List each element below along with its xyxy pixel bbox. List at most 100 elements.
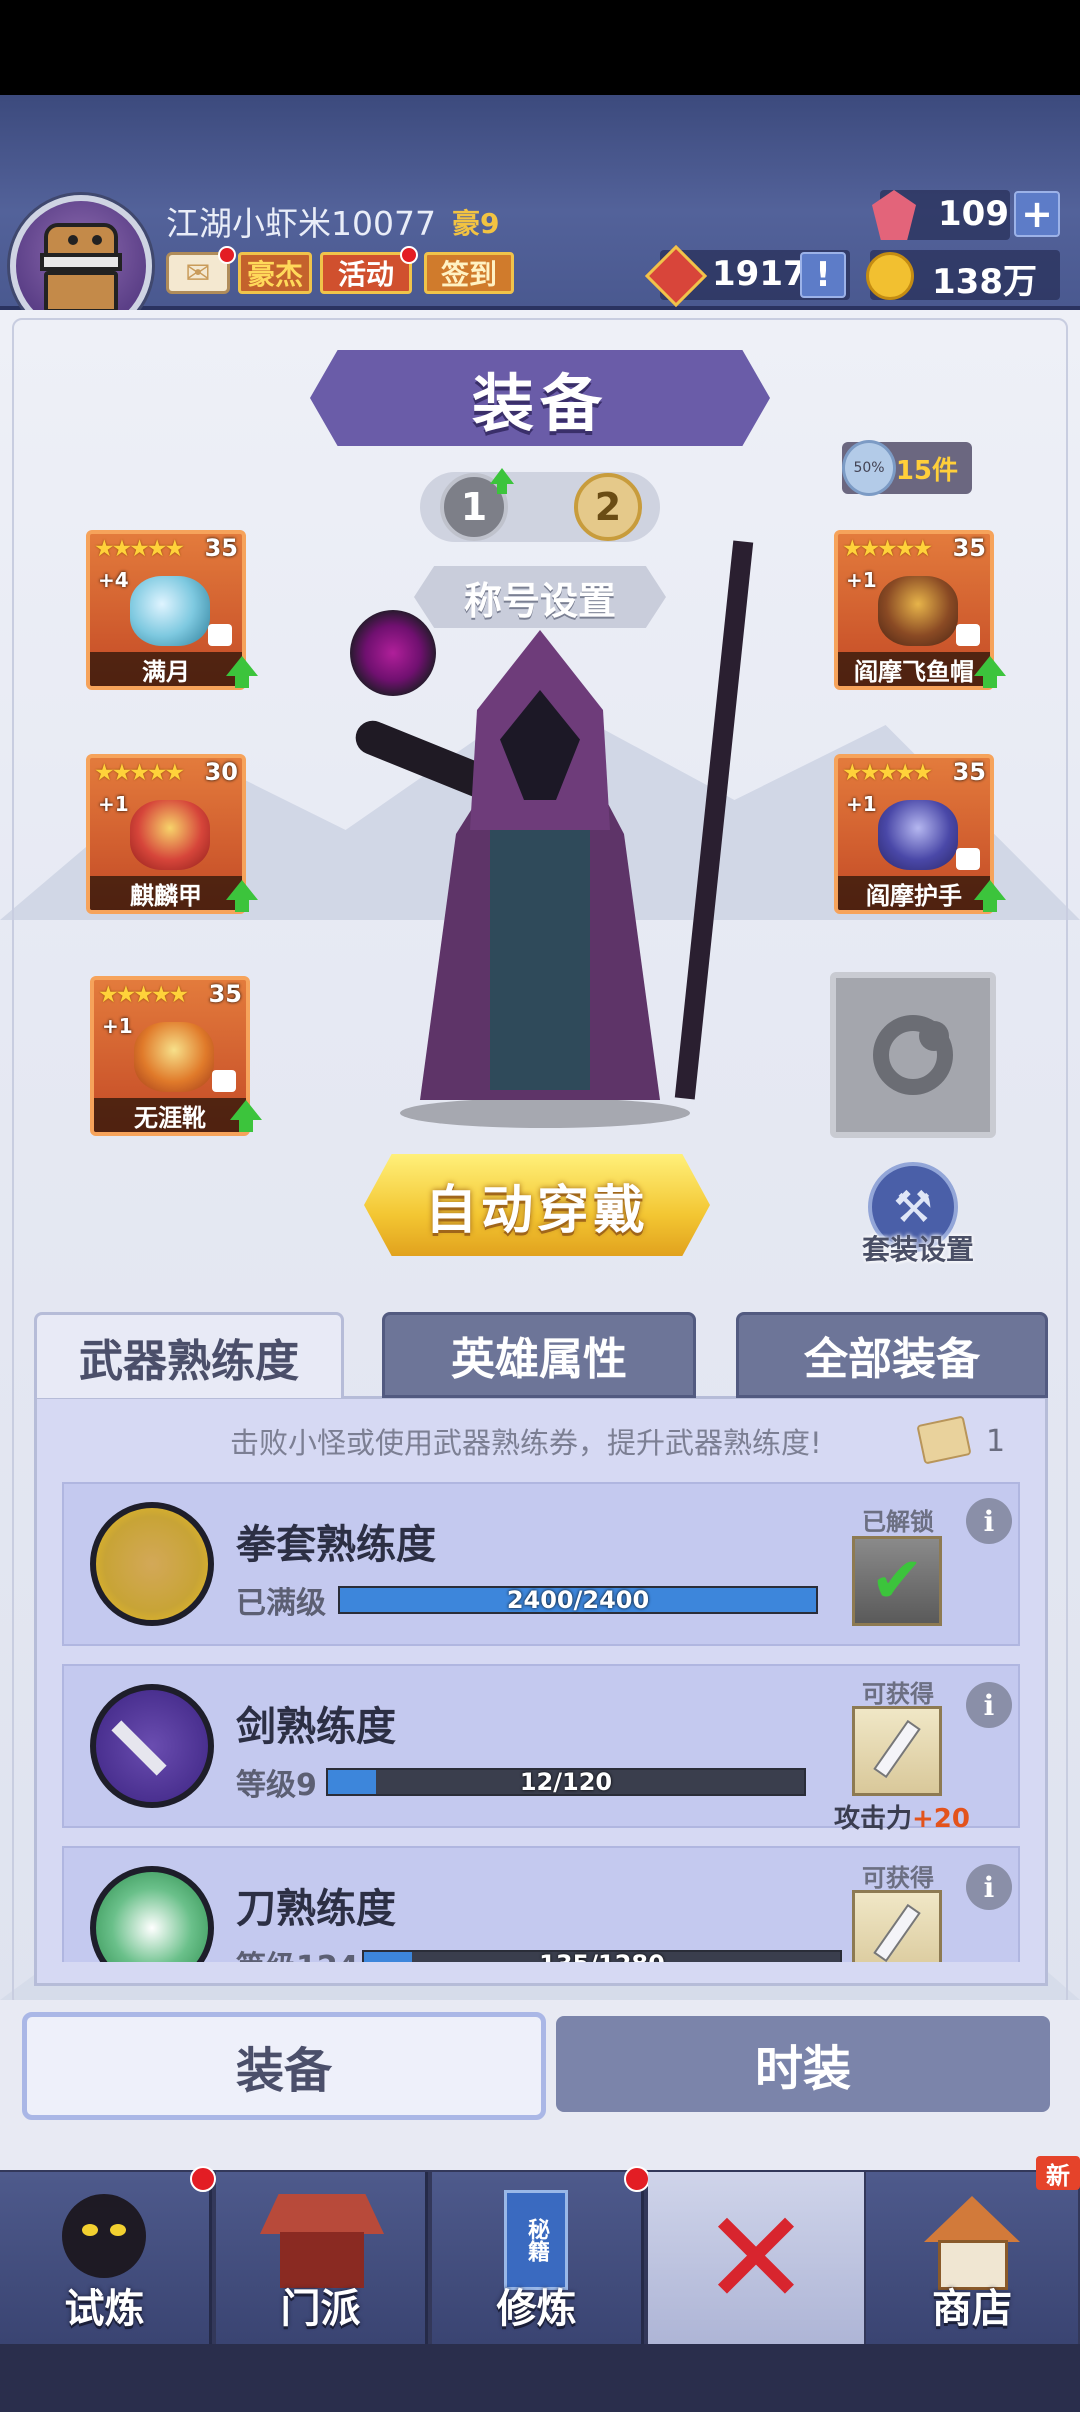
auto-equip-button[interactable]: 自动穿戴 — [364, 1154, 710, 1256]
slot-name: 阎摩护手 — [838, 876, 990, 910]
status-bar — [0, 0, 1080, 95]
reward-slot[interactable]: ✔ — [852, 1536, 942, 1626]
nav-sect[interactable]: 门派 — [216, 2172, 428, 2344]
slot-plus: +1 — [98, 792, 129, 816]
slot-level: 35 — [952, 758, 986, 786]
proficiency-progress-bar: 12/120 — [326, 1768, 806, 1796]
proficiency-level: 已满级 — [236, 1586, 326, 1621]
avatar-chest-lid — [44, 223, 118, 257]
proficiency-progress-bar: 2400/2400 — [338, 1586, 818, 1614]
progress-text: 135/1280 — [364, 1950, 840, 1962]
trial-red-dot — [190, 2166, 216, 2192]
equip-slot-armor[interactable]: ★★★★★ 30 +1 麒麟甲 — [86, 754, 246, 914]
equip-slot-weapon[interactable]: ★★★★★ 35 +4 满月 — [86, 530, 246, 690]
slot-level: 35 — [204, 534, 238, 562]
helmet-upgrade-stem — [983, 676, 997, 688]
slot-plus: +1 — [846, 568, 877, 592]
equip-slot-empty[interactable] — [830, 972, 996, 1138]
nav-close-button[interactable]: ✕ — [648, 2172, 864, 2344]
slot-name: 无涯靴 — [94, 1098, 246, 1132]
reward-slot[interactable] — [852, 1706, 942, 1796]
tab-hero-attributes[interactable]: 英雄属性 — [382, 1312, 696, 1398]
moon-weapon-icon — [130, 576, 210, 646]
sword-reward-icon — [873, 1903, 921, 1962]
slot-plus: +1 — [102, 1014, 133, 1038]
ninja-eye-right — [110, 2224, 126, 2236]
boots-icon — [134, 1022, 214, 1092]
progress-text: 2400/2400 — [506, 1586, 650, 1614]
signin-button[interactable]: 签到 — [424, 252, 514, 294]
shop-roof-icon — [924, 2196, 1020, 2242]
qilin-armor-icon — [130, 800, 210, 870]
avatar-eye-right — [92, 235, 102, 245]
reward-stat-value: +20 — [912, 1804, 970, 1834]
segment-fashion[interactable]: 时装 — [556, 2016, 1050, 2112]
weapon-upgrade-arrow-icon — [226, 656, 258, 676]
gold-amount: 138万 — [932, 262, 1037, 302]
proficiency-level: 等级124 — [236, 1942, 359, 1962]
slot-stars: ★★★★★ — [98, 982, 189, 1008]
lock-icon — [956, 624, 980, 646]
obtainable-status: 可获得 — [862, 1680, 934, 1708]
empty-slot-icon — [873, 1015, 953, 1095]
pagoda-roof-icon — [260, 2194, 384, 2234]
page-title: 装备 — [471, 367, 608, 440]
proficiency-hint: 击败小怪或使用武器熟练券，提升武器熟练度! — [230, 1426, 822, 1460]
tab-all-equipment[interactable]: 全部装备 — [736, 1312, 1048, 1398]
ninja-eye-left — [82, 2224, 98, 2236]
set1-upgrade-stem — [497, 484, 507, 494]
nav-bottom-strip — [0, 2344, 1080, 2412]
hammer-wrench-icon: ⚒ — [893, 1181, 933, 1233]
proficiency-name: 刀熟练度 — [236, 1886, 396, 1932]
nav-shop[interactable]: 商店 — [866, 2172, 1078, 2344]
info-button[interactable]: i — [966, 1498, 1012, 1544]
avatar-chest-band — [40, 253, 122, 271]
haojie-button[interactable]: 豪杰 — [238, 252, 312, 294]
proficiency-progress-bar: 135/1280 — [362, 1950, 842, 1962]
gem-amount: 109 — [938, 194, 1009, 234]
slot-level: 35 — [952, 534, 986, 562]
proficiency-row-blade[interactable]: 刀熟练度 等级124 135/1280 可获得 i — [62, 1846, 1020, 1962]
ticket-count: 1 — [986, 1424, 1006, 1459]
title-setting-button[interactable]: 称号设置 — [414, 566, 666, 628]
token-amount: 1917 — [712, 254, 807, 294]
info-button[interactable]: i — [966, 1864, 1012, 1910]
checkmark-icon: ✔ — [870, 1544, 924, 1618]
sword-reward-icon — [873, 1719, 921, 1779]
tab-weapon-proficiency[interactable]: 武器熟练度 — [34, 1312, 344, 1398]
hero-dark-orb — [350, 610, 436, 696]
slot-name: 满月 — [90, 652, 242, 686]
auto-equip-label: 自动穿戴 — [424, 1180, 649, 1241]
helmet-icon — [878, 576, 958, 646]
info-button[interactable]: i — [966, 1682, 1012, 1728]
nav-cultivate[interactable]: 秘籍 修炼 — [432, 2172, 644, 2344]
equip-slot-boots[interactable]: ★★★★★ 35 +1 无涯靴 — [90, 976, 250, 1136]
equip-set-2-button[interactable]: 2 — [574, 473, 642, 541]
equip-title-banner: 装备 — [310, 350, 770, 446]
empty-slot-dot — [919, 1021, 949, 1051]
activity-button[interactable]: 活动 — [320, 252, 412, 294]
ninja-icon — [62, 2194, 146, 2278]
armor-upgrade-stem — [235, 900, 249, 912]
lock-icon — [956, 848, 980, 870]
equip-slot-gloves[interactable]: ★★★★★ 35 +1 阎摩护手 — [834, 754, 994, 914]
slot-level: 30 — [204, 758, 238, 786]
gloves-upgrade-arrow-icon — [974, 880, 1006, 900]
hero-shadow — [400, 1098, 690, 1128]
avatar-eye-left — [68, 235, 78, 245]
weapon-upgrade-stem — [235, 676, 249, 688]
add-gems-button[interactable]: + — [1014, 191, 1060, 237]
nav-trial[interactable]: 试炼 — [0, 2172, 212, 2344]
reward-slot[interactable] — [852, 1890, 942, 1962]
proficiency-name: 拳套熟练度 — [236, 1522, 436, 1568]
reward-stat: 攻击力+20 — [834, 1798, 970, 1835]
shop-new-badge: 新 — [1036, 2156, 1080, 2190]
token-info-button[interactable]: ! — [800, 252, 846, 298]
equip-slot-helmet[interactable]: ★★★★★ 35 +1 阎摩飞鱼帽 — [834, 530, 994, 690]
reward-stat-label: 攻击力 — [834, 1804, 913, 1834]
hero-inner-robe — [490, 820, 590, 1090]
segment-equipment[interactable]: 装备 — [22, 2012, 546, 2120]
lock-icon — [208, 624, 232, 646]
gloves-icon — [878, 800, 958, 870]
vip-level[interactable]: 豪9 — [452, 202, 499, 242]
